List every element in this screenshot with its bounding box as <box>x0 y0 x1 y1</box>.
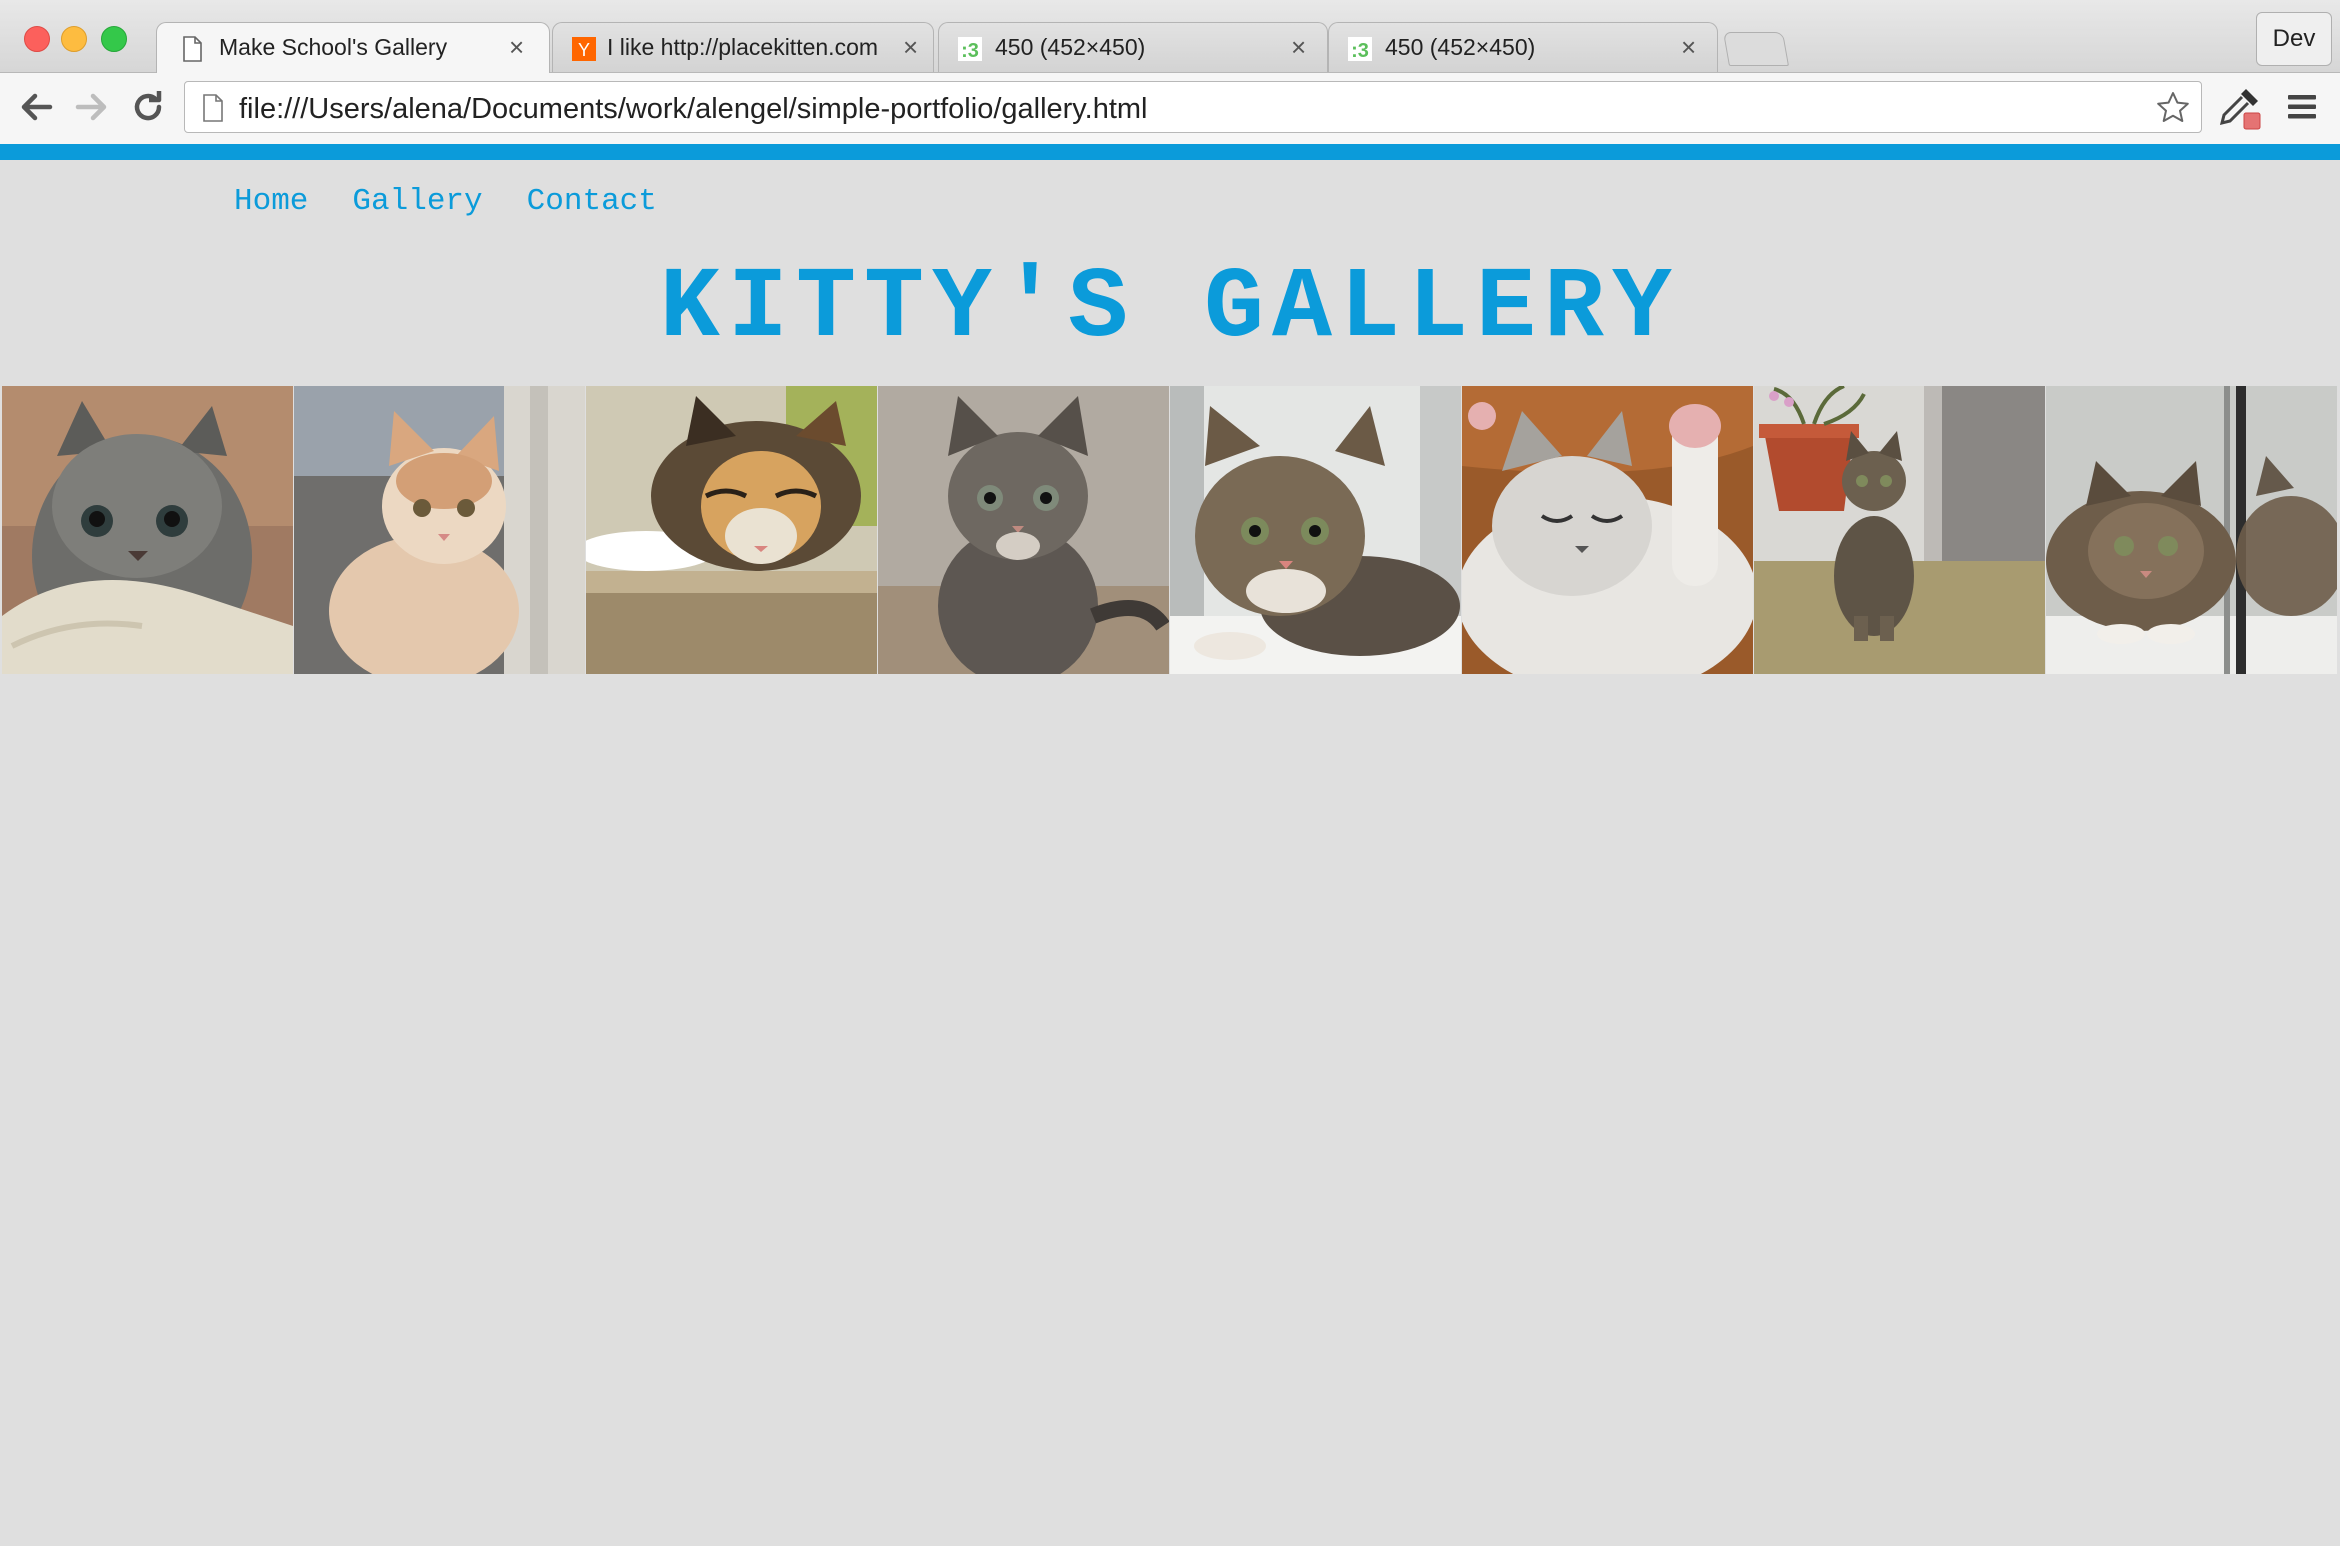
bookmark-star-icon[interactable] <box>2155 90 2191 126</box>
svg-text:Y: Y <box>578 40 590 60</box>
page-content: Home Gallery Contact KITTY'S GALLERY <box>0 160 2340 1546</box>
reload-icon[interactable] <box>128 87 168 127</box>
kitten-photo-1[interactable] <box>2 386 293 674</box>
tab-strip: Make School's Gallery × Y I like http://… <box>0 0 2340 73</box>
kitten-photo-7[interactable] <box>1754 386 2045 674</box>
close-tab-icon[interactable]: × <box>509 32 524 62</box>
placekitten-icon: :3 <box>958 37 982 62</box>
kitten-gallery <box>2 386 2337 674</box>
tab-title: 450 (452×450) <box>1385 34 1536 60</box>
close-tab-icon[interactable]: × <box>1681 32 1696 62</box>
nav-link-gallery[interactable]: Gallery <box>352 184 482 219</box>
close-tab-icon[interactable]: × <box>903 32 918 62</box>
tab-placekitten-image-1[interactable]: :3 450 (452×450) × <box>938 22 1328 72</box>
browser-toolbar: file:///Users/alena/Documents/work/aleng… <box>0 73 2340 144</box>
kitten-photo-5[interactable] <box>1170 386 1461 674</box>
document-icon <box>183 36 202 62</box>
address-bar[interactable]: file:///Users/alena/Documents/work/aleng… <box>184 81 2202 133</box>
kitten-photo-3[interactable] <box>586 386 877 674</box>
tab-placekitten-hn[interactable]: Y I like http://placekitten.com × <box>552 22 934 72</box>
url-text[interactable]: file:///Users/alena/Documents/work/aleng… <box>239 93 1148 126</box>
nav-link-home[interactable]: Home <box>234 184 308 219</box>
y-combinator-icon: Y <box>572 37 596 61</box>
placekitten-icon: :3 <box>1348 37 1372 62</box>
page-icon <box>203 94 223 122</box>
kitten-photo-8[interactable] <box>2046 386 2337 674</box>
close-window-button[interactable] <box>24 26 50 52</box>
page-title: KITTY'S GALLERY <box>659 253 1681 366</box>
new-tab-button[interactable] <box>1723 32 1789 66</box>
eyedropper-extension-icon[interactable] <box>2216 83 2264 131</box>
svg-text::3: :3 <box>961 40 979 62</box>
tab-make-school-gallery[interactable]: Make School's Gallery × <box>156 22 550 73</box>
kitten-photo-6[interactable] <box>1462 386 1753 674</box>
maximize-window-button[interactable] <box>101 26 127 52</box>
menu-icon[interactable] <box>2286 93 2318 121</box>
tab-title: I like http://placekitten.com <box>607 34 879 60</box>
kitten-photo-2[interactable] <box>294 386 585 674</box>
back-arrow-icon[interactable] <box>16 87 56 127</box>
tab-title: 450 (452×450) <box>995 34 1146 60</box>
site-nav: Home Gallery Contact <box>234 184 657 219</box>
forward-arrow-icon[interactable] <box>72 87 112 127</box>
accent-bar <box>0 144 2340 160</box>
tab-placekitten-image-2[interactable]: :3 450 (452×450) × <box>1328 22 1718 72</box>
nav-link-contact[interactable]: Contact <box>527 184 657 219</box>
tab-title: Make School's Gallery <box>219 34 448 60</box>
svg-text::3: :3 <box>1351 40 1369 62</box>
kitten-photo-4[interactable] <box>878 386 1169 674</box>
minimize-window-button[interactable] <box>61 26 87 52</box>
profile-badge[interactable]: Dev <box>2256 12 2332 66</box>
close-tab-icon[interactable]: × <box>1291 32 1306 62</box>
